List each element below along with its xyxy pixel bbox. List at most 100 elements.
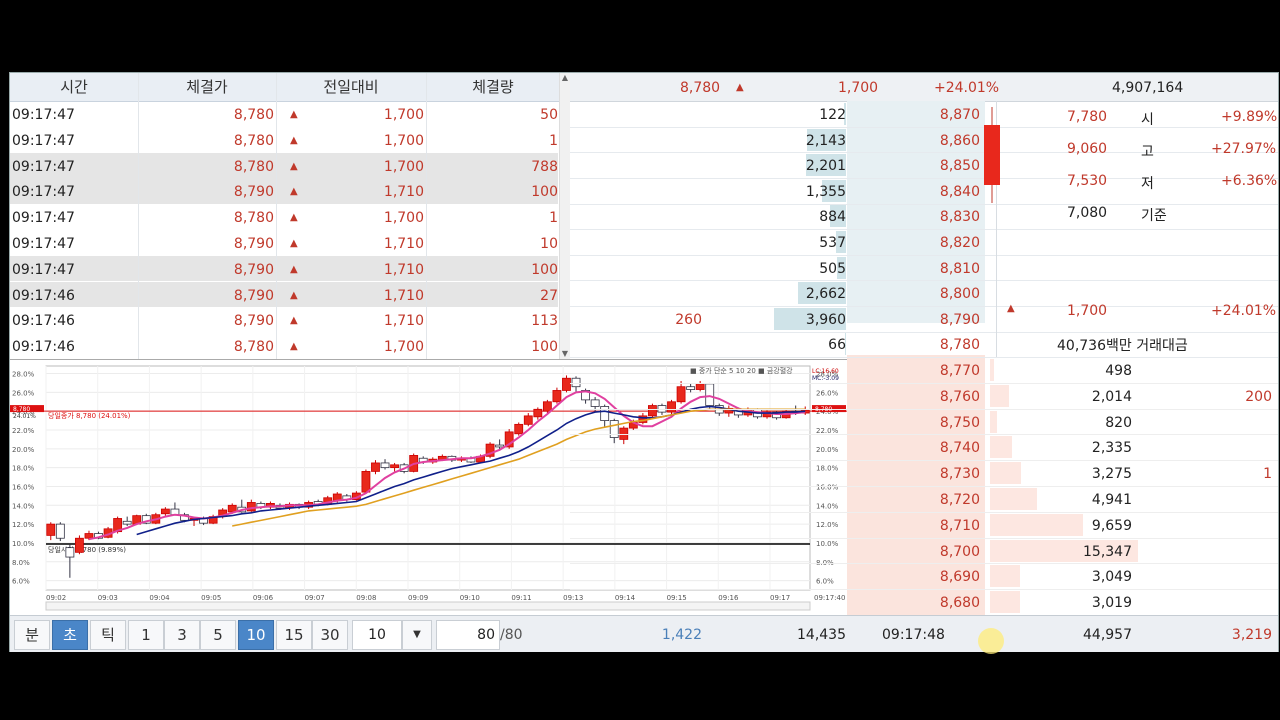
- trade-list: 시간 체결가 전일대비 체결량 09:17:47 8,780 ▲ 1,700 50 09:…: [10, 73, 570, 359]
- trade-price: 8,780: [233, 158, 274, 175]
- ask-quantity: 2,143: [805, 132, 846, 149]
- x-tick-label: 09:05: [201, 594, 221, 602]
- ask-price[interactable]: 8,870: [850, 101, 980, 127]
- cursor-highlight: [978, 628, 1004, 654]
- bid-price[interactable]: 8,720: [850, 486, 980, 512]
- trade-row[interactable]: 09:17:46 8,790 ▲ 1,710 113: [10, 307, 558, 333]
- interval-select[interactable]: 10: [352, 620, 402, 650]
- y-tick-label-left: 10.0%: [12, 540, 35, 548]
- trade-row[interactable]: 09:17:47 8,790 ▲ 1,710 10: [10, 230, 558, 256]
- trade-row[interactable]: 09:17:47 8,780 ▲ 1,700 1: [10, 127, 558, 153]
- high-rate: +27.97%: [1211, 141, 1277, 157]
- count-input[interactable]: 80: [436, 620, 500, 650]
- trade-row[interactable]: 09:17:47 8,790 ▲ 1,710 100: [10, 178, 558, 204]
- ask-price[interactable]: 8,810: [850, 255, 980, 281]
- bid-row[interactable]: 8,770 498: [570, 357, 1278, 384]
- ask-price[interactable]: 8,850: [850, 152, 980, 178]
- bid-quantity: 2,014: [1091, 388, 1132, 405]
- period-button[interactable]: 3: [164, 620, 200, 650]
- ask-total: 14,435: [797, 627, 846, 643]
- y-tick-label-left: 28.0%: [12, 371, 35, 379]
- chevron-down-icon[interactable]: ▼: [402, 620, 432, 650]
- trade-time: 09:17:47: [12, 184, 75, 201]
- trade-row[interactable]: 09:17:47 8,780 ▲ 1,700 50: [10, 101, 558, 127]
- x-tick-label: 09:11: [511, 594, 531, 602]
- bid-change: [1140, 563, 1272, 589]
- ask-price[interactable]: 8,800: [850, 280, 980, 306]
- period-button[interactable]: 30: [312, 620, 348, 650]
- trade-price: 8,790: [233, 313, 274, 330]
- trade-list-scrollbar[interactable]: ▲ ▼: [559, 73, 570, 359]
- trade-volume: 100: [531, 184, 558, 201]
- trade-time: 09:17:47: [12, 132, 75, 149]
- trade-row[interactable]: 09:17:47 8,780 ▲ 1,700 788: [10, 152, 558, 179]
- low-price: 7,530: [1067, 173, 1108, 189]
- ask-change: [570, 280, 702, 306]
- ask-price[interactable]: 8,860: [850, 127, 980, 153]
- trade-volume: 10: [540, 236, 558, 252]
- bid-price[interactable]: 8,710: [850, 512, 980, 538]
- bid-change: 1: [1263, 466, 1272, 483]
- current-price: 8,780: [680, 80, 721, 96]
- trade-price: 8,790: [233, 261, 274, 278]
- y-tick-label-left: 14.0%: [12, 502, 35, 510]
- bid-change: [1140, 409, 1272, 435]
- header-price[interactable]: 체결가: [138, 73, 277, 101]
- bid-row[interactable]: 8,710 9,659: [570, 512, 1278, 539]
- trade-volume: 113: [531, 313, 558, 330]
- bid-price[interactable]: 8,770: [850, 357, 980, 383]
- period-button[interactable]: 10: [238, 620, 274, 650]
- bid-quantity: 3,019: [1091, 595, 1132, 612]
- x-tick-label: 09:06: [253, 594, 274, 602]
- bid-row[interactable]: 8,700 15,347: [570, 538, 1278, 565]
- period-button[interactable]: 5: [200, 620, 236, 650]
- ask-change: [570, 178, 702, 204]
- period-button[interactable]: 초: [52, 620, 88, 650]
- trade-row[interactable]: 09:17:47 8,780 ▲ 1,700 1: [10, 204, 558, 230]
- header-change[interactable]: 전일대비: [276, 73, 427, 101]
- bid-row[interactable]: 8,690 3,049: [570, 563, 1278, 591]
- bid-row[interactable]: 8,680 3,019: [570, 589, 1278, 616]
- ask-change: 260: [675, 311, 702, 328]
- current-price-note: 당일종가 8,780 (24.01%): [48, 411, 131, 420]
- ask-price[interactable]: 8,790: [850, 306, 980, 332]
- ask-price[interactable]: 8,820: [850, 229, 980, 255]
- x-tick-label: 09:04: [149, 594, 170, 602]
- x-tick-label: 09:08: [356, 594, 376, 602]
- period-button[interactable]: 15: [276, 620, 312, 650]
- period-button[interactable]: 틱: [90, 620, 126, 650]
- period-button[interactable]: 1: [128, 620, 164, 650]
- trade-price: 8,780: [233, 132, 274, 149]
- bid-price[interactable]: 8,690: [850, 563, 980, 589]
- ask-change: [570, 152, 702, 178]
- bid-price[interactable]: 8,680: [850, 589, 980, 615]
- bid-price[interactable]: 8,740: [850, 434, 980, 460]
- header-time[interactable]: 시간: [10, 73, 139, 101]
- ask-change: [570, 229, 702, 255]
- ask-price[interactable]: 8,840: [850, 178, 980, 204]
- bid-row[interactable]: 8,750 820: [570, 409, 1278, 436]
- trade-volume: 788: [531, 158, 558, 175]
- bid-row[interactable]: 8,720 4,941: [570, 486, 1278, 513]
- bid-price[interactable]: 8,760: [850, 383, 980, 409]
- ask-change: [570, 101, 702, 127]
- trade-row[interactable]: 09:17:46 8,780 ▲ 1,700 100: [10, 333, 558, 359]
- bid-row[interactable]: 8,760 2,014 200: [570, 383, 1278, 410]
- bid-row[interactable]: 8,740 2,335: [570, 434, 1278, 462]
- bid-price[interactable]: 8,700: [850, 538, 980, 564]
- bid-price[interactable]: 8,750: [850, 409, 980, 435]
- trade-row[interactable]: 09:17:46 8,790 ▲ 1,710 27: [10, 281, 558, 308]
- header-volume[interactable]: 체결량: [426, 73, 561, 101]
- ask-price[interactable]: 8,830: [850, 203, 980, 229]
- bid-price[interactable]: 8,730: [850, 460, 980, 486]
- trade-price: 8,790: [233, 236, 274, 252]
- ask-quantity: 884: [819, 209, 846, 226]
- y-tick-label-left: 12.0%: [12, 521, 35, 529]
- scroll-up-icon[interactable]: ▲: [560, 73, 570, 83]
- y-tick-label-left: 16.0%: [12, 483, 35, 491]
- bid-row[interactable]: 8,730 3,275 1: [570, 460, 1278, 487]
- ask-price[interactable]: 8,780: [850, 331, 980, 357]
- trade-row[interactable]: 09:17:47 8,790 ▲ 1,710 100: [10, 255, 558, 282]
- scroll-down-icon[interactable]: ▼: [560, 349, 570, 359]
- period-button[interactable]: 분: [14, 620, 50, 650]
